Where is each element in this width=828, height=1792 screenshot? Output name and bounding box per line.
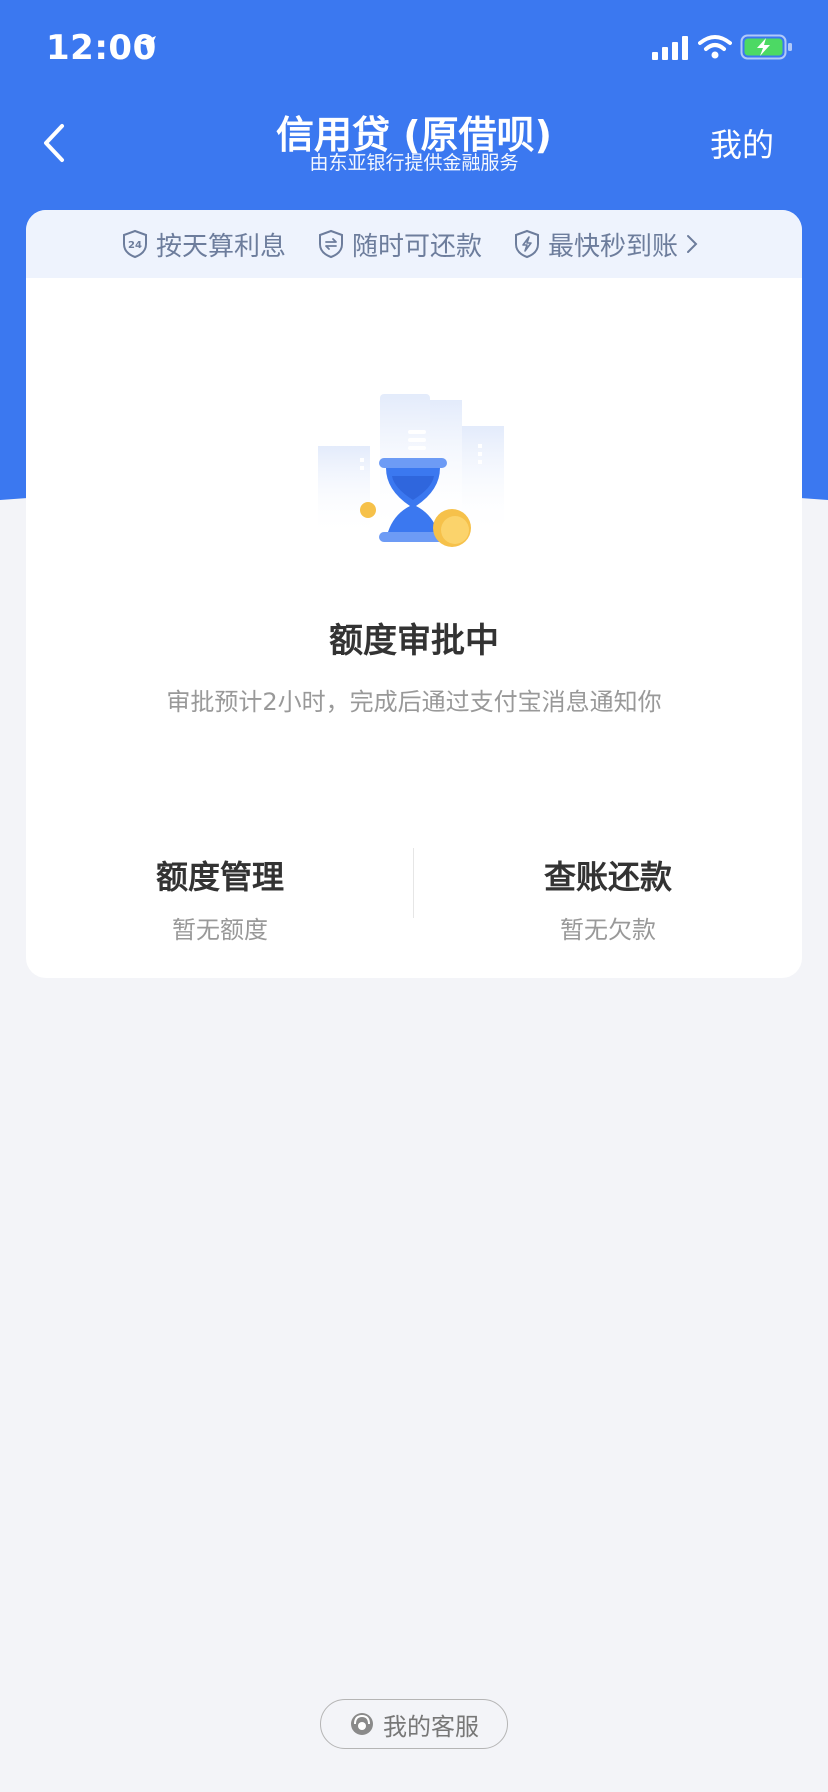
- bill-repayment-tile[interactable]: 查账还款 暂无欠款: [414, 790, 802, 944]
- approval-status-description: 审批预计2小时，完成后通过支付宝消息通知你: [166, 688, 662, 716]
- feature-item: 24 按天算利息: [122, 226, 286, 263]
- lightning-shield-icon: [515, 229, 539, 259]
- tile-subtitle: 暂无欠款: [560, 916, 656, 944]
- feature-label: 随时可还款: [351, 231, 482, 262]
- feature-label: 最快秒到账: [548, 231, 679, 262]
- mine-link[interactable]: 我的: [710, 120, 774, 166]
- wifi-icon: [698, 35, 732, 59]
- feature-banner[interactable]: 24 按天算利息 随时可还款 最快秒到账: [26, 210, 802, 278]
- tile-title: 额度管理: [155, 858, 284, 896]
- feature-item: 随时可还款: [318, 226, 482, 263]
- battery-charging-icon: [740, 34, 792, 60]
- 24h-shield-icon: 24: [122, 229, 147, 259]
- credit-limit-management-tile[interactable]: 额度管理 暂无额度: [26, 790, 414, 944]
- exchange-shield-icon: [318, 229, 343, 259]
- feature-label: 按天算利息: [155, 231, 286, 262]
- tile-subtitle: 暂无额度: [172, 916, 268, 944]
- page-subtitle: 由东亚银行提供金融服务: [309, 152, 519, 174]
- chevron-right-icon: [687, 235, 698, 253]
- status-bar: 12:00: [0, 0, 828, 100]
- quick-actions-row: 额度管理 暂无额度 查账还款 暂无欠款: [26, 790, 802, 944]
- hourglass-illustration: [318, 394, 504, 547]
- customer-service-label: 我的客服: [383, 1712, 479, 1741]
- svg-text:24: 24: [128, 240, 142, 251]
- approval-status-title: 额度审批中: [329, 621, 499, 661]
- headset-icon: [351, 1713, 373, 1735]
- navigation-bar: 信用贷 (原借呗) 由东亚银行提供金融服务 我的: [0, 100, 828, 200]
- tile-title: 查账还款: [543, 858, 672, 896]
- loan-status-card: 24 按天算利息 随时可还款 最快秒到账 额度审批中 审批预计2小时，完成后通过…: [26, 210, 802, 978]
- customer-service-button[interactable]: 我的客服: [320, 1699, 508, 1749]
- signal-icon: [652, 36, 688, 60]
- location-arrow-icon: [138, 36, 156, 53]
- feature-item: 最快秒到账: [514, 226, 706, 263]
